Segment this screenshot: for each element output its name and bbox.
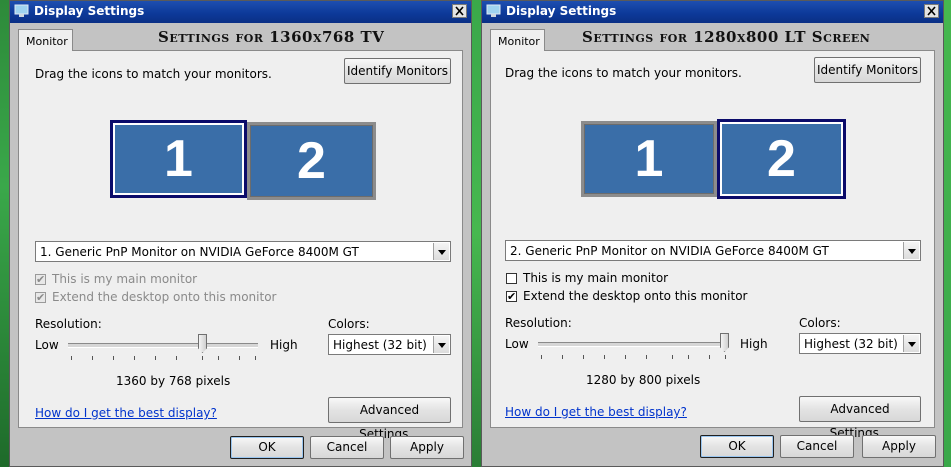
close-button[interactable] [924,4,939,18]
chevron-down-icon[interactable] [433,336,449,353]
resolution-value: 1280 by 800 pixels [586,373,701,387]
monitor-2-icon[interactable]: 2 [247,122,376,200]
help-link[interactable]: How do I get the best display? [505,405,687,419]
help-link[interactable]: How do I get the best display? [35,406,217,420]
resolution-label: Resolution: [35,317,102,331]
colors-label: Colors: [328,317,370,331]
monitor-1-icon[interactable]: 1 [581,121,717,197]
settings-heading: Settings for 1360x768 TV [158,28,385,46]
resolution-low-label: Low [35,338,59,352]
colors-select[interactable]: Highest (32 bit) [799,333,921,354]
resolution-slider-track[interactable] [68,343,258,348]
close-icon [455,6,464,16]
desktop-background-middle [472,0,481,467]
display-select-value: 1. Generic PnP Monitor on NVIDIA GeForce… [40,245,359,259]
cancel-button[interactable]: Cancel [310,436,384,459]
ok-button[interactable]: OK [230,436,304,459]
settings-heading: Settings for 1280x800 LT Screen [582,28,871,46]
resolution-low-label: Low [505,337,529,351]
resolution-high-label: High [740,337,768,351]
advanced-settings-button[interactable]: Advanced Settings... [328,397,451,441]
extend-desktop-label: Extend the desktop onto this monitor [52,290,277,304]
display-settings-window-1: Display Settings Monitor Settings for 13… [9,0,472,467]
desktop-background-left [0,0,9,467]
resolution-high-label: High [270,338,298,352]
instruction-text: Drag the icons to match your monitors. [35,67,272,81]
chevron-down-icon[interactable] [433,243,449,260]
monitor-panel: Drag the icons to match your monitors. I… [18,50,463,441]
extend-desktop-checkbox[interactable]: ✔ [35,292,46,303]
main-monitor-checkbox[interactable] [506,273,517,284]
display-select[interactable]: 1. Generic PnP Monitor on NVIDIA GeForce… [35,241,451,262]
display-settings-icon [14,4,29,17]
display-settings-icon [486,4,501,17]
chevron-down-icon[interactable] [903,242,919,259]
chevron-down-icon[interactable] [903,335,919,352]
main-monitor-label: This is my main monitor [523,271,669,285]
title-bar[interactable]: Display Settings [10,1,471,23]
display-settings-window-2: Display Settings Monitor Settings for 12… [481,0,944,467]
resolution-value: 1360 by 768 pixels [116,374,231,388]
resolution-slider-thumb[interactable] [198,334,207,353]
close-icon [927,6,936,16]
monitor-panel: Drag the icons to match your monitors. I… [490,50,935,440]
extend-desktop-checkbox[interactable]: ✔ [506,291,517,302]
advanced-settings-button[interactable]: Advanced Settings... [799,396,921,440]
instruction-text: Drag the icons to match your monitors. [505,66,742,80]
extend-desktop-label: Extend the desktop onto this monitor [523,289,748,303]
tab-monitor[interactable]: Monitor [18,29,73,51]
apply-button[interactable]: Apply [862,435,936,458]
identify-monitors-button[interactable]: Identify Monitors [344,58,451,84]
resolution-label: Resolution: [505,316,572,330]
colors-select[interactable]: Highest (32 bit) [328,334,451,355]
tab-monitor[interactable]: Monitor [490,29,545,51]
identify-monitors-button[interactable]: Identify Monitors [814,57,921,83]
ok-button[interactable]: OK [700,435,774,458]
window-title: Display Settings [34,4,145,18]
main-monitor-label: This is my main monitor [52,272,198,286]
colors-label: Colors: [799,316,841,330]
resolution-slider-track[interactable] [538,342,728,347]
close-button[interactable] [452,4,467,18]
resolution-slider-thumb[interactable] [720,333,729,352]
desktop-background-right [944,0,951,467]
display-select-value: 2. Generic PnP Monitor on NVIDIA GeForce… [510,244,829,258]
monitor-1-icon[interactable]: 1 [110,120,247,198]
main-monitor-checkbox[interactable]: ✔ [35,274,46,285]
colors-select-value: Highest (32 bit) [804,337,898,351]
cancel-button[interactable]: Cancel [780,435,854,458]
display-select[interactable]: 2. Generic PnP Monitor on NVIDIA GeForce… [505,240,921,261]
monitor-2-icon[interactable]: 2 [717,119,846,199]
colors-select-value: Highest (32 bit) [333,338,427,352]
title-bar[interactable]: Display Settings [482,1,943,23]
window-title: Display Settings [506,4,617,18]
apply-button[interactable]: Apply [390,436,464,459]
